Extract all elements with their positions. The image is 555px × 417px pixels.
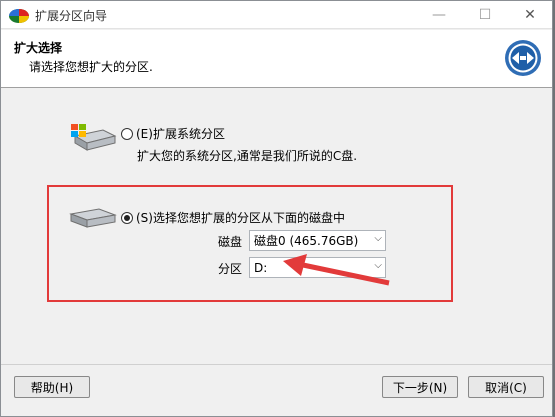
annotation-arrow-icon (283, 254, 390, 286)
windows-drive-icon (71, 124, 117, 151)
wizard-footer: 帮助(H) 下一步(N) 取消(C) (1, 364, 552, 416)
maximize-button[interactable]: ☐ (462, 1, 508, 29)
next-button[interactable]: 下一步(N) (382, 376, 458, 398)
wizard-window: 扩展分区向导 — ☐ ✕ 扩大选择 请选择您想扩大的分区. (E)扩展系统分区 … (0, 0, 553, 417)
window-title: 扩展分区向导 (35, 9, 108, 23)
wizard-body: (E)扩展系统分区 扩大您的系统分区,通常是我们所说的C盘. (S)选择您想扩展… (1, 89, 552, 364)
extend-system-radio[interactable] (121, 127, 133, 140)
help-button[interactable]: 帮助(H) (14, 376, 90, 398)
close-button[interactable]: ✕ (507, 1, 552, 29)
minimize-button[interactable]: — (416, 1, 462, 29)
extend-system-description: 扩大您的系统分区,通常是我们所说的C盘. (137, 149, 358, 163)
wizard-header: 扩大选择 请选择您想扩大的分区. (1, 30, 552, 88)
title-bar: 扩展分区向导 — ☐ ✕ (1, 1, 552, 29)
extend-system-label: (E)扩展系统分区 (136, 127, 225, 141)
partition-resize-icon (505, 40, 541, 76)
page-subtitle: 请选择您想扩大的分区. (29, 60, 153, 74)
page-title: 扩大选择 (14, 41, 63, 55)
app-logo-icon (9, 9, 29, 23)
cancel-button[interactable]: 取消(C) (468, 376, 544, 398)
extend-system-partition-option[interactable]: (E)扩展系统分区 (121, 125, 225, 142)
